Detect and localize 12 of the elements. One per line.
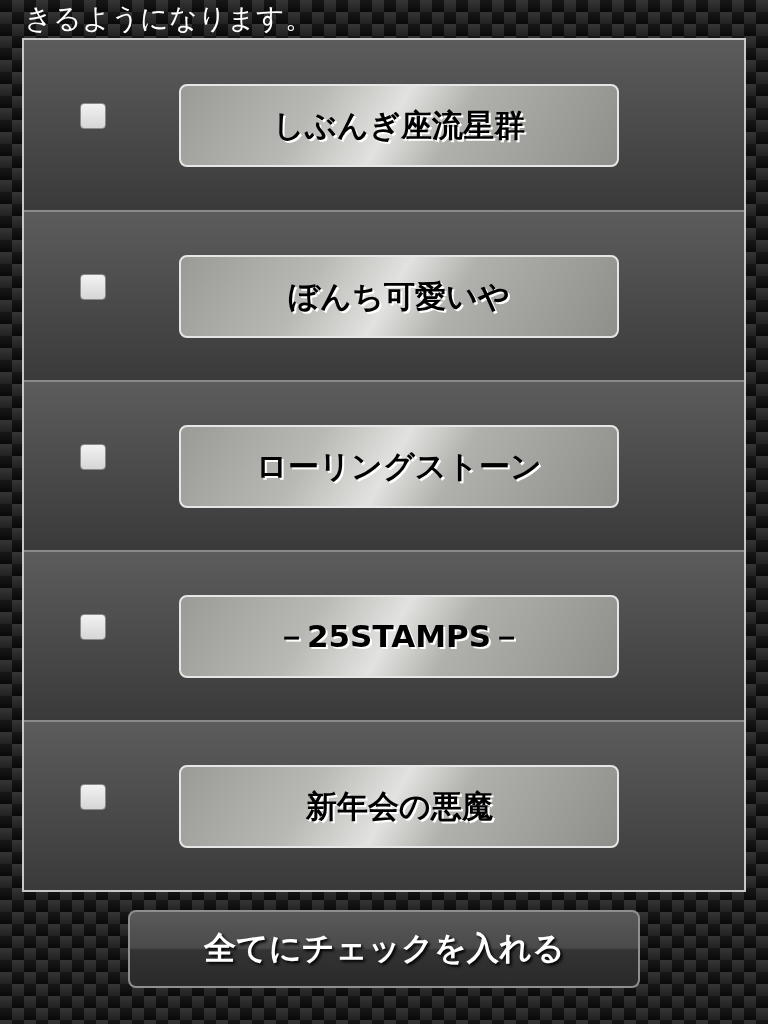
- item-button[interactable]: ローリングストーン: [179, 425, 619, 508]
- check-all-button[interactable]: 全てにチェックを入れる: [128, 910, 640, 988]
- checkbox[interactable]: [80, 784, 106, 810]
- checkbox[interactable]: [80, 444, 106, 470]
- checkbox[interactable]: [80, 614, 106, 640]
- item-button[interactable]: 新年会の悪魔: [179, 765, 619, 848]
- intro-text: きるようになります。: [24, 2, 313, 37]
- checkbox[interactable]: [80, 103, 106, 129]
- item-button[interactable]: しぶんぎ座流星群: [179, 84, 619, 167]
- checkbox[interactable]: [80, 274, 106, 300]
- item-button[interactable]: －25STAMPS－: [179, 595, 619, 678]
- item-button[interactable]: ぼんち可愛いや: [179, 255, 619, 338]
